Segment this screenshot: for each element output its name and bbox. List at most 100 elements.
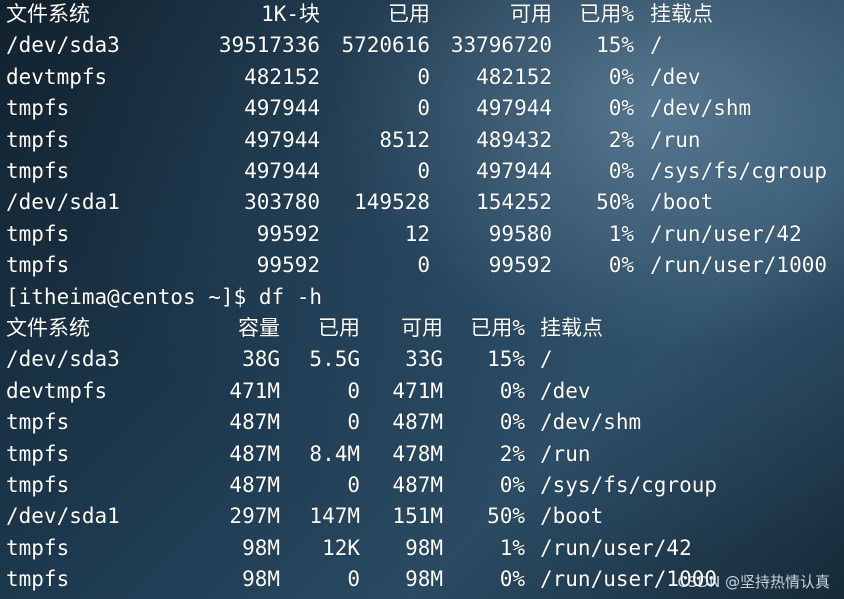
cell-filesystem: tmpfs	[6, 410, 70, 435]
cell-filesystem: 文件系统	[6, 2, 90, 26]
cell-avail: 482152	[476, 64, 552, 89]
cell-used: 12	[404, 221, 430, 246]
cell-mount: /run	[540, 441, 591, 466]
cell-used: 0	[417, 64, 430, 89]
cell-used: 0	[347, 473, 360, 497]
cell-size: 497944	[244, 96, 320, 121]
cell-size: 487M	[229, 441, 280, 466]
cell-mount: /	[540, 347, 553, 372]
table-row: tmpfs 487M 8.4M 478M 2% /run	[0, 439, 844, 470]
cell-use-pct: 0%	[499, 473, 525, 497]
cell-used: 8.4M	[309, 441, 360, 466]
cell-use-pct: 已用%	[579, 2, 634, 26]
cell-avail: 497944	[476, 159, 552, 183]
cell-use-pct: 已用%	[470, 316, 525, 340]
table-row: devtmpfs 482152 0 482152 0% /dev	[0, 62, 844, 93]
cell-avail: 98M	[405, 567, 443, 592]
cell-use-pct: 0%	[608, 253, 634, 278]
cell-avail: 33796720	[450, 33, 552, 58]
cell-filesystem: /dev/sda1	[6, 504, 120, 529]
watermark: CSDN @坚持热情认真	[677, 573, 830, 591]
cell-avail: 可用	[401, 316, 443, 340]
cell-avail: 478M	[392, 441, 443, 466]
cell-avail: 487M	[392, 410, 443, 435]
cell-used: 149528	[354, 190, 430, 215]
cell-filesystem: tmpfs	[6, 127, 70, 152]
cell-mount: /run/user/1000	[650, 253, 828, 278]
cell-filesystem: tmpfs	[6, 253, 70, 278]
cell-used: 147M	[309, 504, 360, 529]
cell-use-pct: 0%	[499, 567, 525, 592]
cell-filesystem: tmpfs	[6, 221, 70, 246]
cell-use-pct: 0%	[608, 64, 634, 89]
cell-size: 99592	[256, 253, 320, 278]
cell-use-pct: 1%	[499, 535, 525, 560]
table-row: /dev/sda1 297M 147M 151M 50% /boot	[0, 501, 844, 532]
cell-mount: /dev/shm	[540, 410, 642, 435]
cell-size: 1K-块	[261, 2, 320, 26]
cell-avail: 151M	[392, 504, 443, 529]
cell-used: 0	[347, 410, 360, 435]
cell-size: 297M	[229, 504, 280, 529]
cell-filesystem: /dev/sda3	[6, 33, 120, 58]
cell-used: 已用	[388, 2, 430, 26]
cell-avail: 98M	[405, 535, 443, 560]
cell-filesystem: tmpfs	[6, 96, 70, 121]
cell-size: 487M	[229, 410, 280, 435]
cell-mount: /	[650, 33, 663, 58]
cell-mount: /dev/shm	[650, 96, 752, 121]
cell-filesystem: 文件系统	[6, 316, 90, 340]
table-row: tmpfs 497944 0 497944 0% /sys/fs/cgroup	[0, 156, 844, 187]
cell-use-pct: 50%	[596, 190, 634, 215]
terminal-output[interactable]: 文件系统 1K-块 已用 可用 已用% 挂载点/dev/sda3 39517336 57206…	[0, 0, 844, 599]
cell-use-pct: 15%	[487, 347, 525, 372]
cell-used: 8512	[379, 127, 430, 152]
table-row: tmpfs 497944 8512 489432 2% /run	[0, 125, 844, 156]
table-row: tmpfs 99592 0 99592 0% /run/user/1000	[0, 250, 844, 281]
cell-use-pct: 0%	[608, 96, 634, 121]
cell-used: 0	[347, 567, 360, 592]
cell-avail: 497944	[476, 96, 552, 121]
cell-used: 已用	[318, 316, 360, 340]
cell-mount: /sys/fs/cgroup	[540, 473, 718, 497]
cell-use-pct: 0%	[608, 159, 634, 183]
cell-size: 482152	[244, 64, 320, 89]
cell-use-pct: 2%	[608, 127, 634, 152]
cell-size: 98M	[242, 535, 280, 560]
cell-avail: 可用	[510, 2, 552, 26]
cell-used: 12K	[322, 535, 360, 560]
cell-mount: /boot	[650, 190, 714, 215]
cell-size: 497944	[244, 159, 320, 183]
cell-avail: 487M	[392, 473, 443, 497]
cell-filesystem: devtmpfs	[6, 64, 108, 89]
cell-avail: 154252	[476, 190, 552, 215]
cell-size: 99592	[256, 221, 320, 246]
cell-size: 容量	[238, 316, 280, 340]
cell-used: 5720616	[341, 33, 430, 58]
cell-mount: /boot	[540, 504, 604, 529]
command-prompt: [itheima@centos ~]$ df -h	[0, 282, 844, 313]
cell-filesystem: tmpfs	[6, 159, 70, 183]
cell-size: 471M	[229, 378, 280, 403]
cell-filesystem: /dev/sda3	[6, 347, 120, 372]
table-row: tmpfs 487M 0 487M 0% /sys/fs/cgroup	[0, 470, 844, 501]
cell-use-pct: 0%	[499, 378, 525, 403]
cell-avail: 33G	[405, 347, 443, 372]
cell-use-pct: 50%	[487, 504, 525, 529]
cell-use-pct: 15%	[596, 33, 634, 58]
cell-filesystem: tmpfs	[6, 473, 70, 497]
cell-size: 38G	[242, 347, 280, 372]
table-row: tmpfs 497944 0 497944 0% /dev/shm	[0, 93, 844, 124]
cell-used: 0	[417, 159, 430, 183]
cell-mount: /run	[650, 127, 701, 152]
cell-filesystem: tmpfs	[6, 441, 70, 466]
cell-mount: /dev	[540, 378, 591, 403]
df-h-header-row: 文件系统 容量 已用 可用 已用% 挂载点	[0, 313, 844, 344]
cell-use-pct: 1%	[608, 221, 634, 246]
table-row: tmpfs 98M 12K 98M 1% /run/user/42	[0, 533, 844, 564]
cell-used: 0	[417, 253, 430, 278]
cell-mount: 挂载点	[650, 2, 713, 26]
cell-size: 487M	[229, 473, 280, 497]
cell-avail: 99592	[488, 253, 552, 278]
cell-filesystem: /dev/sda1	[6, 190, 120, 215]
